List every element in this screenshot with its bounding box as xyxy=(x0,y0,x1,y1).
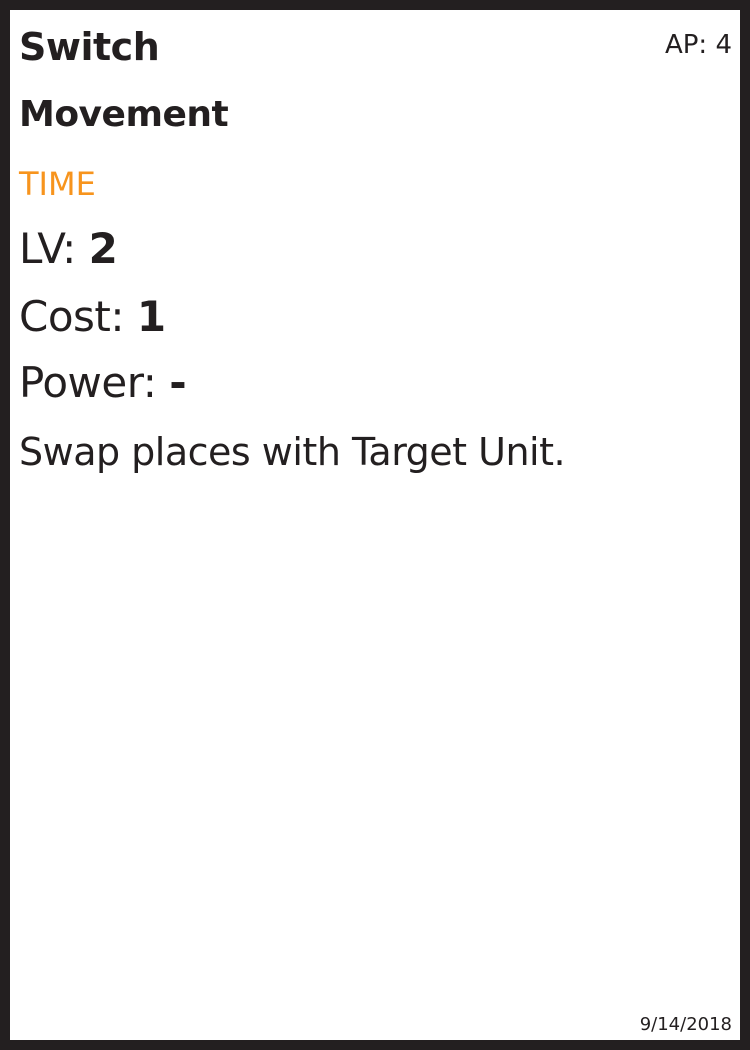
power-stat: Power: - xyxy=(19,362,187,404)
cost-label: Cost: xyxy=(19,292,125,341)
card-element: TIME xyxy=(19,165,96,203)
ap-value: AP: 4 xyxy=(664,30,732,60)
level-label: LV: xyxy=(19,224,76,273)
card-title: Switch xyxy=(19,25,160,69)
level-stat: LV: 2 xyxy=(19,228,118,270)
card-category: Movement xyxy=(19,94,229,135)
game-card: Switch AP: 4 Movement TIME LV: 2 Cost: 1… xyxy=(0,0,750,1050)
power-value: - xyxy=(169,358,187,407)
cost-value: 1 xyxy=(136,292,166,341)
power-label: Power: xyxy=(19,358,157,407)
card-description: Swap places with Target Unit. xyxy=(19,430,566,474)
card-date: 9/14/2018 xyxy=(639,1014,732,1035)
cost-stat: Cost: 1 xyxy=(19,296,166,338)
level-value: 2 xyxy=(88,224,118,273)
